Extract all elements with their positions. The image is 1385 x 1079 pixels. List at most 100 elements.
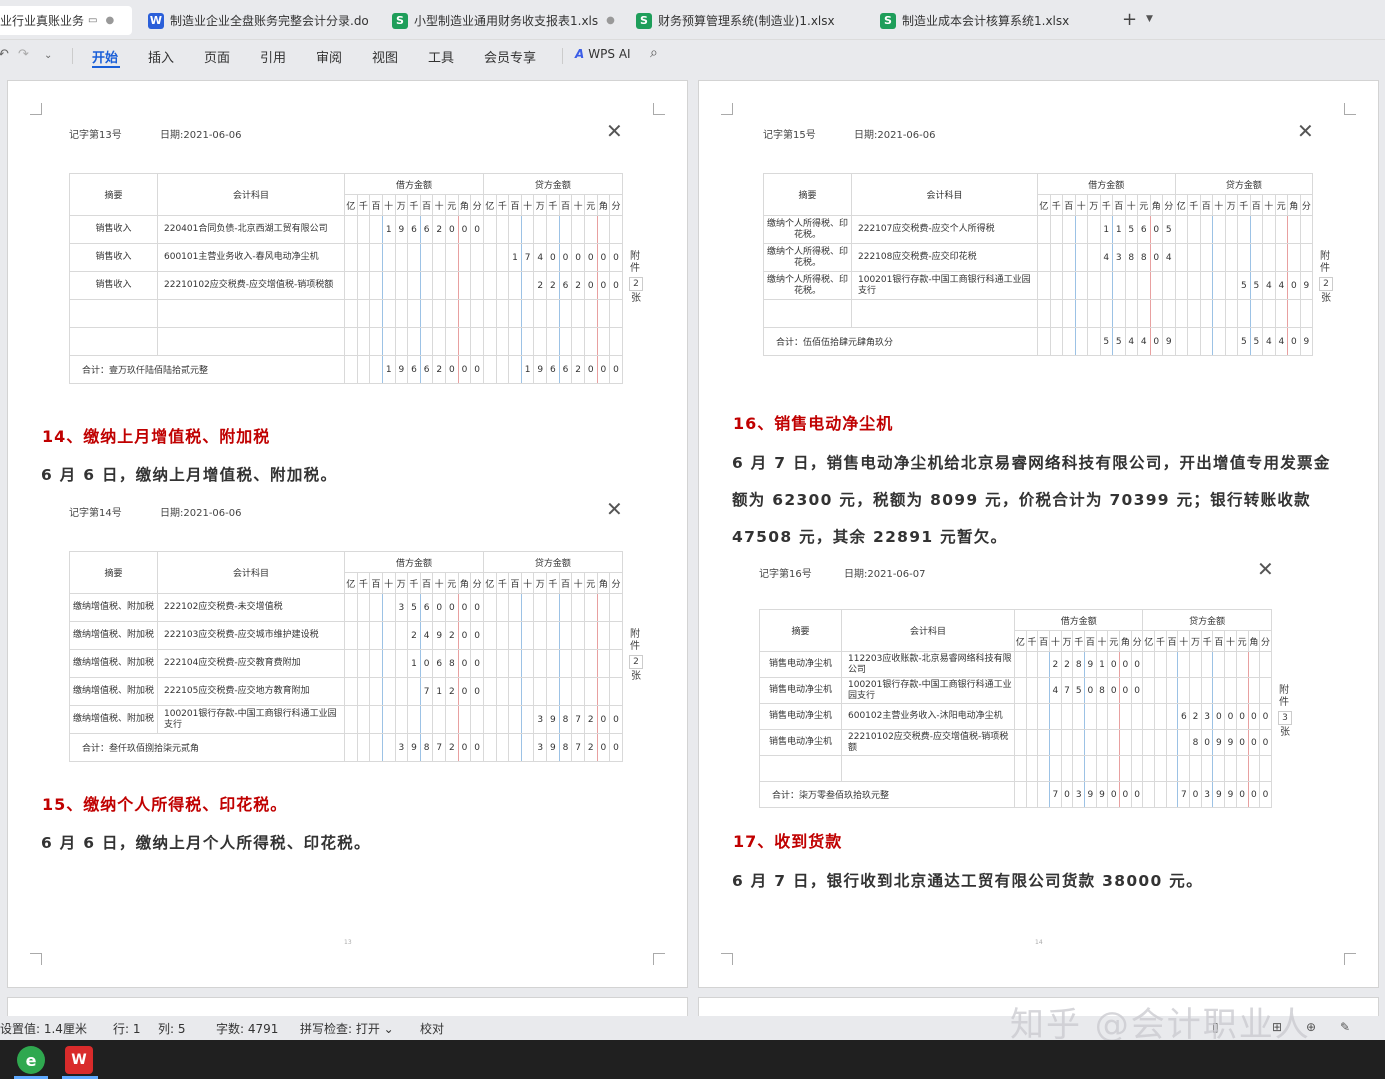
search-icon[interactable]: ⌕ (650, 45, 658, 61)
credit-digit (1187, 271, 1201, 300)
abstract-cell: 缴纳个人所得税、印花税。 (763, 215, 852, 244)
total-credit-digit: 1 (520, 355, 535, 384)
tab-view[interactable]: 视图 (372, 47, 398, 66)
header-account: 会计科目 (157, 551, 345, 594)
tab-member[interactable]: 会员专享 (484, 47, 536, 66)
pen-icon[interactable]: ✎ (1340, 1020, 1350, 1034)
attach-unit: 张 (1280, 726, 1290, 738)
close-icon[interactable]: ✕ (1257, 559, 1274, 579)
tab-references[interactable]: 引用 (260, 47, 286, 66)
debit-digit: 0 (1130, 677, 1144, 704)
debit-digit (1074, 243, 1088, 272)
tab-insert[interactable]: 插入 (148, 47, 174, 66)
tab-doc-2[interactable]: W 制造业企业全盘账务完整会计分录.do (142, 6, 380, 35)
empty-digit (445, 299, 459, 328)
debit-digit (1025, 729, 1039, 756)
total-debit-digit: 2 (445, 733, 459, 762)
redo-icon[interactable]: ↷ (18, 47, 29, 62)
account-cell: 222108应交税费-应交印花税 (851, 243, 1038, 272)
credit-digit (520, 649, 535, 678)
credit-digit: 0 (1247, 729, 1261, 756)
tab-home[interactable]: 开始 (92, 47, 118, 66)
credit-digit: 2 (583, 705, 598, 734)
empty-digit (520, 299, 535, 328)
chevron-down-icon[interactable]: ⌄ (44, 50, 52, 61)
credit-digit (482, 621, 497, 650)
unit-header: 十 (1124, 194, 1138, 216)
status-proof[interactable]: 校对 (420, 1020, 444, 1037)
active-tab-indicator (92, 66, 120, 68)
page-corner-mark (721, 953, 733, 965)
attach-number: 2 (629, 277, 643, 292)
tab-doc-5[interactable]: S 制造业成本会计核算系统1.xlsx (874, 6, 1112, 35)
credit-digit (1200, 677, 1214, 704)
debit-digit (344, 677, 358, 706)
unit-header: 分 (470, 572, 484, 594)
empty-digit (558, 299, 573, 328)
debit-digit: 0 (470, 593, 484, 622)
tab-doc-1[interactable]: 业行业真账业务 ▭ ● (0, 6, 132, 35)
total-debit-digit: 0 (1130, 781, 1144, 808)
close-icon[interactable]: ✕ (606, 499, 623, 519)
credit-digit (495, 271, 510, 300)
debit-digit (356, 271, 371, 300)
undo-icon[interactable]: ↶ (0, 47, 9, 62)
empty-digit (1072, 755, 1086, 782)
empty-digit (381, 299, 396, 328)
close-icon[interactable]: ✕ (606, 121, 623, 141)
status-setting[interactable]: 设置值: 1.4厘米 (0, 1020, 87, 1037)
tab-doc-3[interactable]: S 小型制造业通用财务收支报表1.xls ● (386, 6, 624, 35)
abstract-cell: 销售收入 (69, 271, 158, 300)
account-cell: 100201银行存款-中国工商银行科通工业园支行 (841, 677, 1015, 704)
account-cell (841, 755, 1015, 782)
debit-digit (356, 593, 371, 622)
empty-digit (1199, 299, 1214, 328)
credit-digit (1174, 243, 1189, 272)
wps-ai-button[interactable]: A WPS AI (575, 47, 631, 61)
debit-digit (1095, 703, 1109, 730)
debit-digit: 6 (419, 215, 434, 244)
total-credit-digit (1187, 327, 1201, 356)
status-col: 列: 5 (158, 1022, 186, 1036)
empty-digit (609, 327, 623, 356)
tab-doc-4[interactable]: S 财务预算管理系统(制造业)1.xlsx (630, 6, 868, 35)
debit-digit: 9 (394, 215, 409, 244)
tab-page[interactable]: 页面 (204, 47, 230, 66)
empty-digit (381, 327, 396, 356)
empty-digit (1119, 755, 1132, 782)
section-heading: 15、缴纳个人所得税、印花税。 (42, 795, 288, 814)
plus-icon[interactable]: + (1122, 9, 1137, 30)
close-icon[interactable]: ✕ (1297, 121, 1314, 141)
tab-review[interactable]: 审阅 (316, 47, 342, 66)
wps-taskbar-icon[interactable]: W (65, 1046, 93, 1074)
credit-digit: 1 (508, 243, 522, 272)
empty-digit (1212, 755, 1226, 782)
debit-digit (1162, 271, 1176, 300)
total-credit-digit: 0 (1259, 781, 1272, 808)
status-spellcheck[interactable]: 拼写检查: 打开 ⌄ (300, 1020, 394, 1037)
debit-digit: 1 (1099, 215, 1113, 244)
status-word-count[interactable]: 字数: 4791 (216, 1020, 278, 1037)
credit-digit (1259, 651, 1272, 678)
unit-header: 角 (596, 572, 611, 594)
debit-digit: 2 (1060, 651, 1074, 678)
unit-header: 百 (508, 194, 522, 216)
header-credit: 贷方金额 (1142, 609, 1272, 631)
credit-digit (1212, 215, 1226, 244)
credit-digit (1142, 703, 1156, 730)
chevron-down-icon[interactable]: ▼ (1146, 14, 1153, 24)
credit-digit (482, 593, 497, 622)
credit-digit (1247, 677, 1261, 704)
debit-digit: 0 (457, 677, 472, 706)
debit-digit: 1 (381, 215, 396, 244)
voucher-date: 日期:2021-06-07 (844, 569, 926, 580)
browser-taskbar-icon[interactable]: e (17, 1046, 45, 1074)
tab-tools[interactable]: 工具 (428, 47, 454, 66)
unsaved-dot-icon: ● (105, 15, 115, 26)
abstract-cell: 缴纳增值税、附加税 (69, 593, 158, 622)
debit-digit (1087, 215, 1101, 244)
unit-header: 百 (1062, 194, 1076, 216)
debit-digit: 4 (1099, 243, 1113, 272)
credit-digit (1249, 243, 1264, 272)
unit-header: 百 (1212, 630, 1226, 652)
